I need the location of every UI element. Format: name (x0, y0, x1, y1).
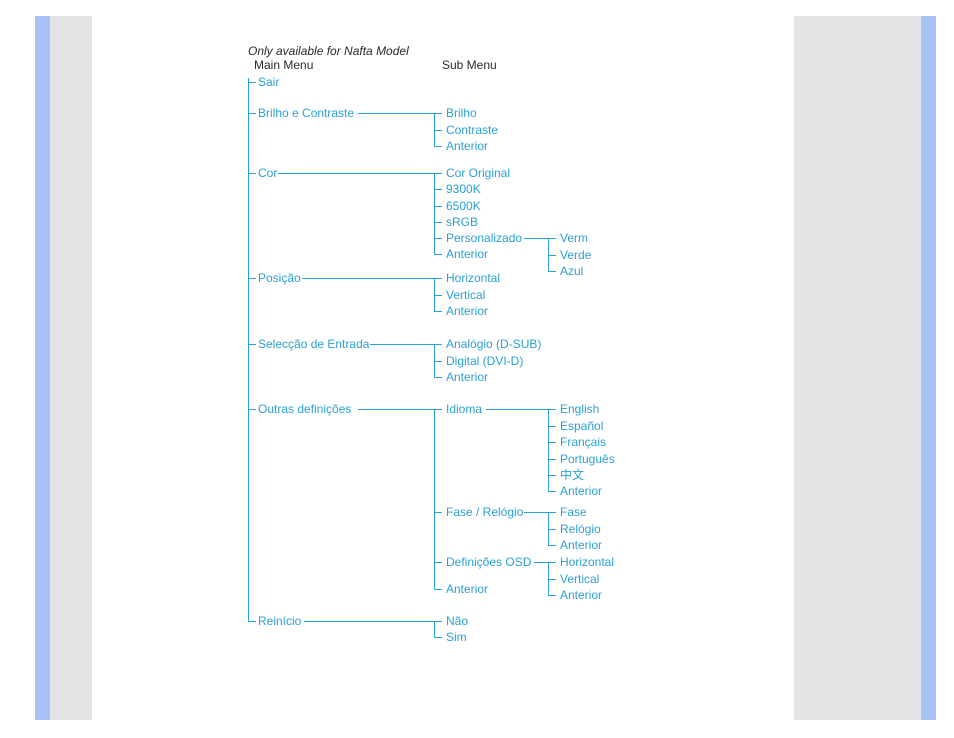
sub-osd-0: Horizontal (560, 555, 614, 569)
sub-cor-1: 9300K (446, 182, 481, 196)
sub-lang-5: Anterior (560, 484, 602, 498)
sub-fase-2: Anterior (560, 538, 602, 552)
sub-rei-1: Sim (446, 630, 467, 644)
sub-ent-0: Analógio (D-SUB) (446, 337, 541, 351)
sub-cor-g: Verde (560, 248, 591, 262)
sub-cor-r: Verm (560, 231, 588, 245)
main-brilho: Brilho e Contraste (258, 106, 354, 120)
sub-osd-1: Vertical (560, 572, 599, 586)
header-main: Main Menu (254, 58, 313, 72)
sub-out-3: Anterior (446, 582, 488, 596)
sub-ent-2: Anterior (446, 370, 488, 384)
main-cor: Cor (258, 166, 277, 180)
header-sub: Sub Menu (442, 58, 497, 72)
sub-cor-4: Personalizado (446, 231, 522, 245)
sub-osd-2: Anterior (560, 588, 602, 602)
main-posicao: Posição (258, 271, 301, 285)
menu-tree: Only available for Nafta Model Main Menu… (248, 44, 784, 720)
decor-panel-right (806, 16, 921, 720)
decor-panel-left (50, 16, 92, 720)
sub-brilho-0: Brilho (446, 106, 477, 120)
main-entrada: Selecção de Entrada (258, 337, 369, 351)
sub-pos-0: Horizontal (446, 271, 500, 285)
main-sair: Sair (258, 75, 279, 89)
nafta-note: Only available for Nafta Model (248, 44, 784, 58)
sub-ent-1: Digital (DVI-D) (446, 354, 523, 368)
sub-cor-0: Cor Original (446, 166, 510, 180)
sub-out-2: Definições OSD (446, 555, 531, 569)
sub-cor-2: 6500K (446, 199, 481, 213)
sub-rei-0: Não (446, 614, 468, 628)
sub-lang-2: Français (560, 435, 606, 449)
main-outras: Outras definições (258, 402, 351, 416)
sub-pos-2: Anterior (446, 304, 488, 318)
sub-cor-b: Azul (560, 264, 583, 278)
sub-fase-0: Fase (560, 505, 587, 519)
sub-out-0: Idioma (446, 402, 482, 416)
sub-lang-1: Español (560, 419, 603, 433)
sub-out-1: Fase / Relógio (446, 505, 523, 519)
sub-lang-4: 中文 (560, 468, 584, 482)
page: Only available for Nafta Model Main Menu… (0, 0, 954, 738)
decor-bar-left (35, 16, 50, 720)
sub-pos-1: Vertical (446, 288, 485, 302)
decor-bar-right (921, 16, 936, 720)
sub-brilho-1: Contraste (446, 123, 498, 137)
sub-cor-3: sRGB (446, 215, 478, 229)
sub-cor-5: Anterior (446, 247, 488, 261)
sub-fase-1: Relógio (560, 522, 601, 536)
sub-brilho-2: Anterior (446, 139, 488, 153)
sub-lang-3: Português (560, 452, 615, 466)
sub-lang-0: English (560, 402, 599, 416)
main-reinicio: Reinício (258, 614, 301, 628)
